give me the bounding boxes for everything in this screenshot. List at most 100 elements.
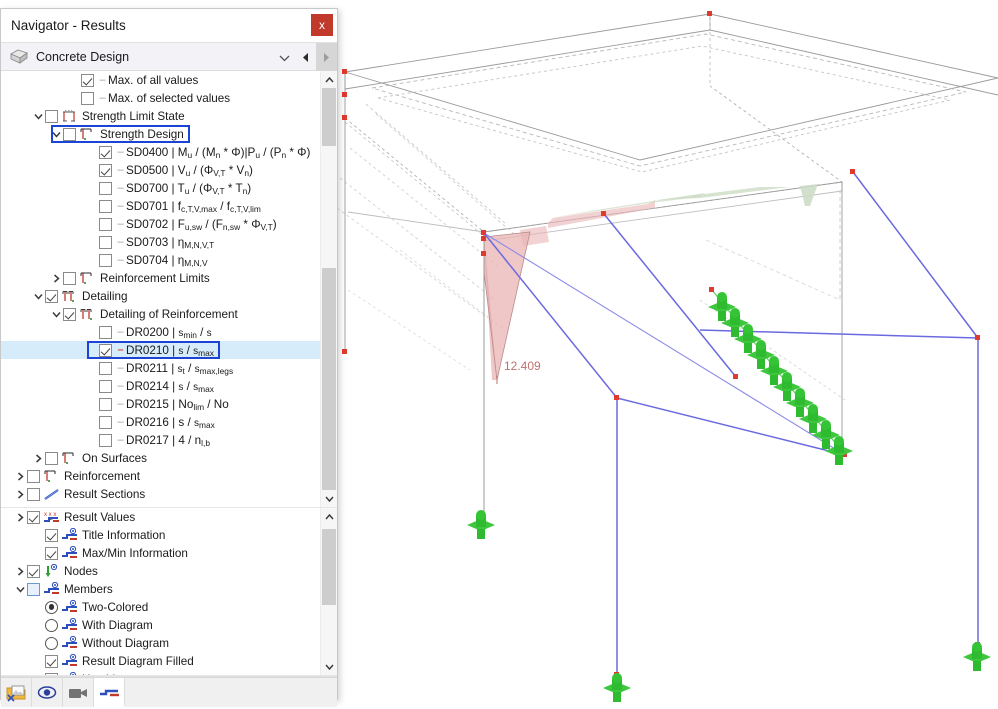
- tree-upper-scroll-track[interactable]: [321, 88, 337, 500]
- tree-upper-item-row[interactable]: Detailing: [1, 287, 320, 305]
- radio-button[interactable]: [45, 600, 58, 614]
- checkbox[interactable]: [99, 235, 112, 249]
- checkbox[interactable]: [99, 397, 112, 411]
- chevron-down-icon[interactable]: [13, 586, 27, 593]
- tree-lower-item-row[interactable]: Hatching: [1, 670, 320, 675]
- checkbox[interactable]: [81, 73, 94, 87]
- chevron-down-icon[interactable]: [31, 113, 45, 120]
- chevron-down-icon[interactable]: [49, 131, 63, 138]
- triangle-left-icon[interactable]: [295, 43, 316, 72]
- tree-upper-item-row[interactable]: – DR0200 | smin / s: [1, 323, 320, 341]
- checkbox[interactable]: [99, 217, 112, 231]
- checkbox[interactable]: [99, 181, 112, 195]
- radio-button[interactable]: [45, 636, 58, 650]
- close-icon[interactable]: x: [311, 14, 333, 36]
- tree-upper-item-row[interactable]: – SD0702 | Fu,sw / (Fn,sw * ΦV,T): [1, 215, 320, 233]
- tree-upper-item-row[interactable]: – DR0216 | s / smax: [1, 413, 320, 431]
- checkbox[interactable]: [99, 343, 112, 357]
- checkbox[interactable]: [45, 451, 58, 465]
- checkbox[interactable]: [63, 127, 76, 141]
- scroll-up-icon-2[interactable]: [321, 508, 337, 525]
- checkbox[interactable]: [99, 199, 112, 213]
- tree-upper-item-row[interactable]: Reinforcement: [1, 467, 320, 485]
- checkbox[interactable]: [99, 145, 112, 159]
- tree-upper-item-row[interactable]: Strength Design: [1, 125, 320, 143]
- checkbox[interactable]: [81, 91, 94, 105]
- checkbox[interactable]: [45, 528, 58, 542]
- tab-project-navigator[interactable]: [1, 678, 32, 707]
- tree-upper-item-row[interactable]: – SD0704 | ηM,N,V: [1, 251, 320, 269]
- chevron-right-icon[interactable]: [13, 566, 27, 576]
- checkbox[interactable]: [27, 564, 40, 578]
- checkbox[interactable]: [99, 325, 112, 339]
- tree-lower-item-row[interactable]: Without Diagram: [1, 634, 320, 652]
- scroll-down-icon[interactable]: [321, 490, 337, 507]
- tab-views[interactable]: [63, 678, 94, 707]
- checkbox[interactable]: [27, 469, 40, 483]
- checkbox[interactable]: [99, 253, 112, 267]
- tab-results[interactable]: [94, 678, 125, 707]
- tree-upper-item-row[interactable]: – DR0211 | st / smax,legs: [1, 359, 320, 377]
- scroll-up-icon[interactable]: [321, 71, 337, 88]
- tree-upper-item-row[interactable]: – DR0217 | 4 / nl,b: [1, 431, 320, 449]
- scroll-down-icon-2[interactable]: [321, 658, 337, 675]
- tree-upper-scroll-thumb[interactable]: [322, 88, 336, 146]
- checkbox[interactable]: [27, 487, 40, 501]
- tree-lower-item-row[interactable]: Title Information: [1, 526, 320, 544]
- navigator-results-panel[interactable]: Navigator - Results x Concrete Design – …: [0, 8, 338, 707]
- chevron-right-icon[interactable]: [13, 512, 27, 522]
- chevron-right-icon[interactable]: [31, 453, 45, 463]
- tree-upper-item-row[interactable]: On Surfaces: [1, 449, 320, 467]
- tree-upper-item-row[interactable]: – SD0400 | Mu / (Mn * Φ)|Pu / (Pn * Φ): [1, 143, 320, 161]
- tree-lower-item-row[interactable]: With Diagram: [1, 616, 320, 634]
- checkbox[interactable]: [63, 271, 76, 285]
- tree-upper-item-row[interactable]: – DR0214 | s / smax: [1, 377, 320, 395]
- tree-upper-scrollbar[interactable]: [320, 71, 337, 507]
- checkbox[interactable]: [27, 510, 40, 524]
- triangle-right-icon[interactable]: [316, 43, 337, 72]
- tree-upper-item-row[interactable]: – SD0500 | Vu / (ΦV,T * Vn): [1, 161, 320, 179]
- checkbox[interactable]: [63, 307, 76, 321]
- tree-lower-scroll-track[interactable]: [321, 525, 337, 658]
- checkbox[interactable]: [99, 379, 112, 393]
- tree-upper-item-row[interactable]: – DR0210 | s / smax: [1, 341, 320, 359]
- chevron-right-icon[interactable]: [49, 273, 63, 283]
- checkbox[interactable]: [99, 415, 112, 429]
- checkbox[interactable]: [45, 672, 58, 675]
- tree-upper-item-row[interactable]: – Max. of selected values: [1, 89, 320, 107]
- checkbox[interactable]: [45, 654, 58, 668]
- tree-lower-scrollbar[interactable]: [320, 508, 337, 675]
- tree-upper-item-row[interactable]: – SD0701 | fc,T,V,max / fc,T,V,lim: [1, 197, 320, 215]
- tree-lower-item-row[interactable]: Result Diagram Filled: [1, 652, 320, 670]
- checkbox[interactable]: [99, 163, 112, 177]
- tab-display[interactable]: [32, 678, 63, 707]
- tree-upper-item-row[interactable]: – DR0215 | Nolim / No: [1, 395, 320, 413]
- checkbox[interactable]: [45, 289, 58, 303]
- radio-button[interactable]: [45, 618, 58, 632]
- checkbox[interactable]: [99, 433, 112, 447]
- results-tree-lower[interactable]: x x x Result Values Title Information Max/M…: [1, 508, 337, 676]
- tree-upper-item-row[interactable]: – SD0703 | ηM,N,V,T: [1, 233, 320, 251]
- tree-upper-scroll-thumb-2[interactable]: [322, 268, 336, 500]
- tree-lower-item-row[interactable]: x x x Result Values: [1, 508, 320, 526]
- tree-upper-item-row[interactable]: – SD0700 | Tu / (ΦV,T * Tn): [1, 179, 320, 197]
- navigator-tab-strip[interactable]: [1, 677, 337, 707]
- checkbox[interactable]: [27, 582, 40, 596]
- chevron-down-icon[interactable]: [31, 293, 45, 300]
- checkbox[interactable]: [99, 361, 112, 375]
- tree-upper-item-row[interactable]: Strength Limit State: [1, 107, 320, 125]
- checkbox[interactable]: [45, 109, 58, 123]
- tree-upper-item-row[interactable]: Result Sections: [1, 485, 320, 503]
- tree-upper-item-row[interactable]: – Max. of all values: [1, 71, 320, 89]
- tree-upper-item-row[interactable]: Reinforcement Limits: [1, 269, 320, 287]
- chevron-right-icon[interactable]: [13, 489, 27, 499]
- tree-upper-item-row[interactable]: Detailing of Reinforcement: [1, 305, 320, 323]
- checkbox[interactable]: [45, 546, 58, 560]
- chevron-right-icon[interactable]: [13, 471, 27, 481]
- tree-lower-item-row[interactable]: Nodes: [1, 562, 320, 580]
- tree-lower-item-row[interactable]: Two-Colored: [1, 598, 320, 616]
- chevron-down-icon[interactable]: [274, 43, 295, 72]
- tree-lower-scroll-thumb[interactable]: [322, 529, 336, 605]
- tree-lower-item-row[interactable]: Max/Min Information: [1, 544, 320, 562]
- chevron-down-icon[interactable]: [49, 311, 63, 318]
